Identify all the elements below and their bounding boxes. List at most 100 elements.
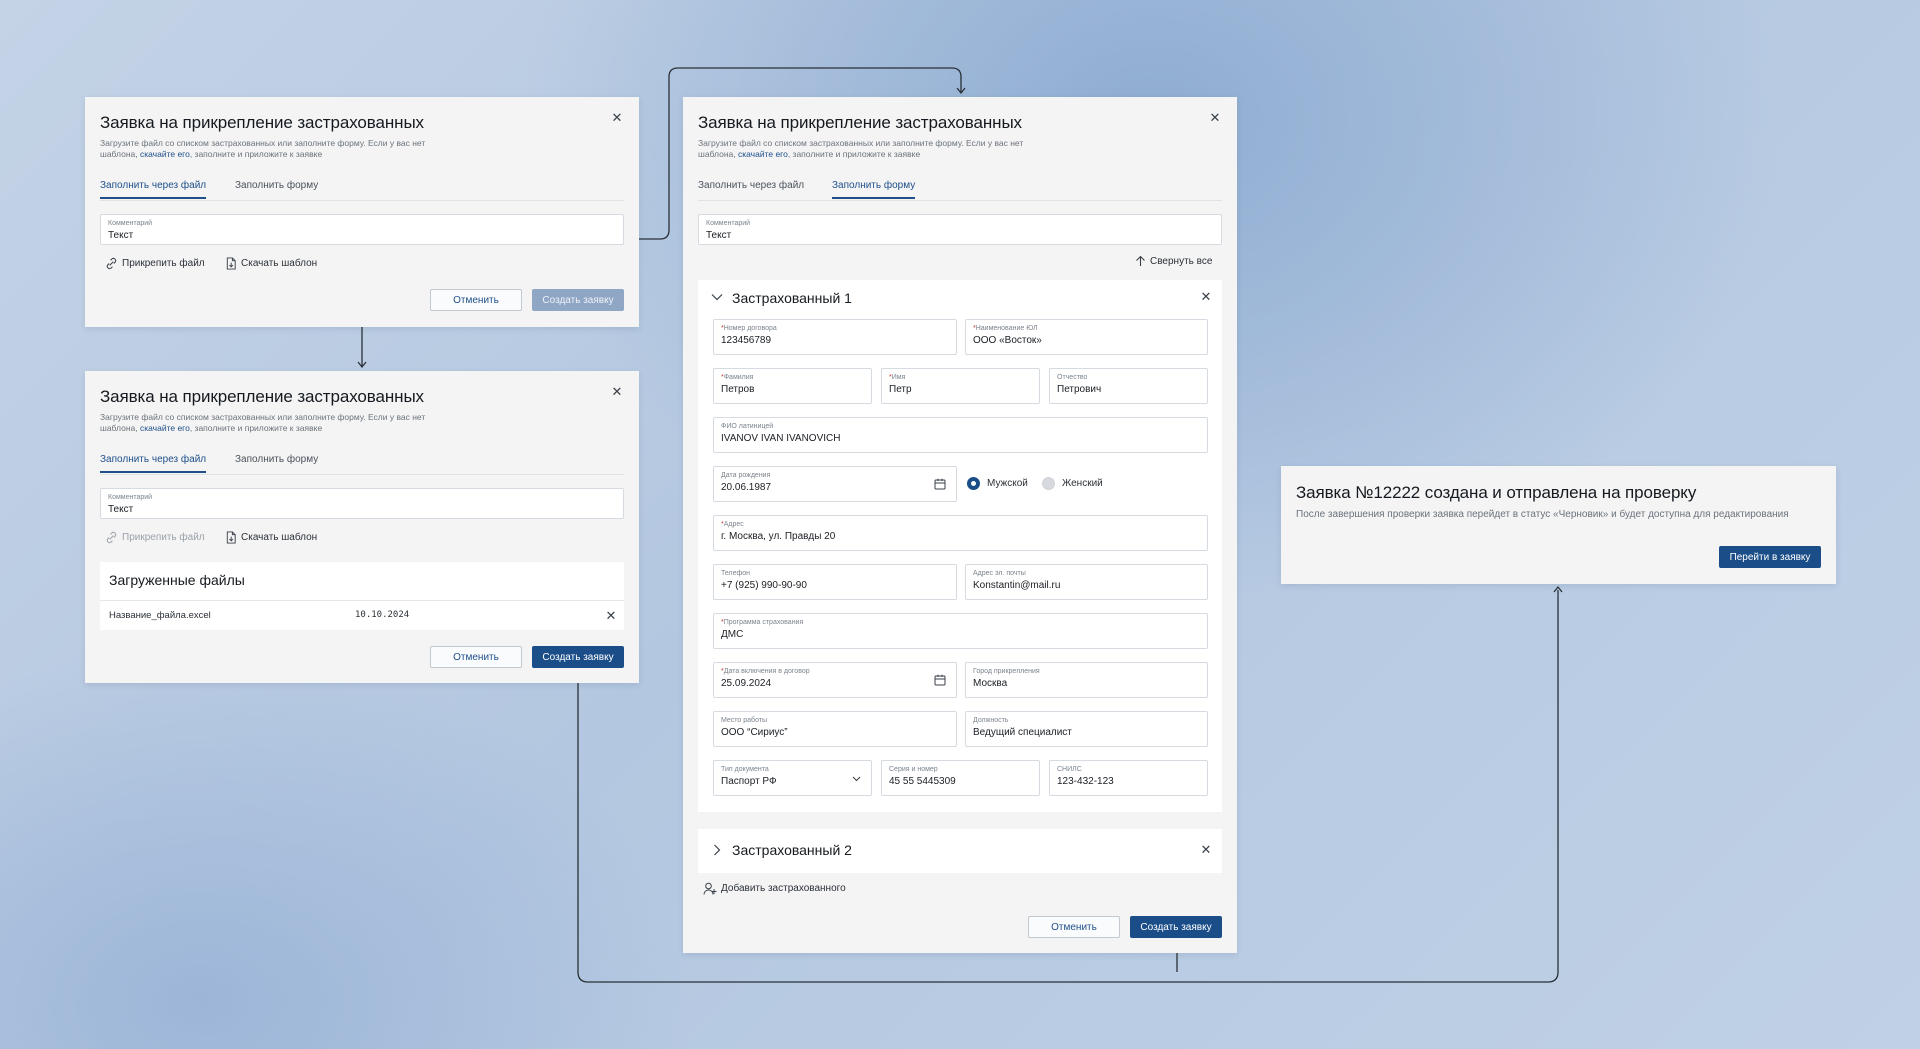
- tab-fill-file[interactable]: Заполнить через файл: [100, 454, 207, 473]
- field-value: Текст: [108, 504, 134, 515]
- field-label: *Программа страхования: [721, 619, 804, 626]
- field-value: Konstantin@mail.ru: [973, 580, 1061, 591]
- success-text: После завершения проверки заявка перейде…: [1296, 509, 1789, 520]
- doc-number-field[interactable]: Серия и номер 45 55 5445309: [881, 760, 1040, 796]
- field-label: *Фамилия: [721, 374, 754, 381]
- calendar-icon[interactable]: [934, 478, 946, 490]
- field-label: *Имя: [889, 374, 906, 381]
- field-label: Комментарий: [108, 220, 153, 227]
- birth-date-field[interactable]: Дата рождения 20.06.1987: [713, 466, 957, 502]
- tab-fill-form[interactable]: Заполнить форму: [235, 454, 318, 465]
- org-name-field[interactable]: *Наименование ЮЛ ООО «Восток»: [965, 319, 1208, 355]
- contract-number-field[interactable]: *Номер договора 123456789: [713, 319, 957, 355]
- close-icon[interactable]: ✕: [611, 111, 623, 124]
- city-field[interactable]: Город прикрепления Москва: [965, 662, 1208, 698]
- field-value: Текст: [108, 230, 134, 241]
- field-label: СНИЛС: [1057, 766, 1082, 773]
- gender-male-label: Мужской: [987, 478, 1028, 489]
- dialog-file-uploaded: Заявка на прикрепление застрахованных ✕ …: [85, 371, 639, 683]
- download-template-button[interactable]: Скачать шаблон: [225, 531, 317, 544]
- field-label: Город прикрепления: [973, 668, 1040, 675]
- tabs: Заполнить через файл Заполнить форму: [698, 180, 1222, 201]
- address-field[interactable]: *Адрес г. Москва, ул. Правды 20: [713, 515, 1208, 551]
- insurance-program-field[interactable]: *Программа страхования ДМС: [713, 613, 1208, 649]
- remove-insured-icon[interactable]: ✕: [1200, 843, 1212, 856]
- field-value: 123456789: [721, 335, 772, 346]
- create-request-button[interactable]: Создать заявку: [1130, 916, 1222, 938]
- download-template-link[interactable]: скачайте его: [140, 423, 190, 433]
- comment-field[interactable]: Комментарий Текст: [100, 488, 624, 519]
- insured-2-card[interactable]: Застрахованный 2 ✕: [698, 829, 1222, 873]
- subtitle-text-end: , заполните и приложите к заявке: [189, 149, 323, 159]
- dialog-title: Заявка на прикрепление застрахованных: [100, 387, 424, 406]
- download-label: Скачать шаблон: [241, 258, 318, 269]
- snils-field[interactable]: СНИЛС 123-432-123: [1049, 760, 1208, 796]
- cancel-button[interactable]: Отменить: [1028, 916, 1120, 938]
- field-value: 25.09.2024: [721, 678, 772, 689]
- download-template-link[interactable]: скачайте его: [738, 149, 788, 159]
- gender-female-label: Женский: [1062, 478, 1103, 489]
- go-to-request-button[interactable]: Перейти в заявку: [1719, 546, 1821, 568]
- comment-field[interactable]: Комментарий Текст: [100, 214, 624, 245]
- comment-field[interactable]: Комментарий Текст: [698, 214, 1222, 245]
- add-insured-button[interactable]: Добавить застрахованного: [703, 882, 846, 895]
- field-label: ФИО латиницей: [721, 423, 774, 430]
- attach-label: Прикрепить файл: [122, 532, 205, 543]
- field-label: *Номер договора: [721, 325, 777, 332]
- tab-fill-file[interactable]: Заполнить через файл: [100, 180, 207, 199]
- tab-fill-form[interactable]: Заполнить форму: [832, 180, 916, 199]
- field-value: Паспорт РФ: [721, 776, 777, 787]
- chevron-right-icon[interactable]: [713, 844, 721, 856]
- patronymic-field[interactable]: Отчество Петрович: [1049, 368, 1208, 404]
- inclusion-date-field[interactable]: *Дата включения в договор 25.09.2024: [713, 662, 957, 698]
- workplace-field[interactable]: Место работы ООО “Сириус”: [713, 711, 957, 747]
- subtitle-text-end: , заполните и приложите к заявке: [189, 423, 323, 433]
- last-name-field[interactable]: *Фамилия Петров: [713, 368, 872, 404]
- close-icon[interactable]: ✕: [611, 385, 623, 398]
- create-request-button[interactable]: Создать заявку: [532, 289, 624, 311]
- remove-file-icon[interactable]: ✕: [605, 609, 617, 622]
- dialog-file-empty: Заявка на прикрепление застрахованных ✕ …: [85, 97, 639, 327]
- download-template-link[interactable]: скачайте его: [140, 149, 190, 159]
- field-value: ДМС: [721, 629, 744, 640]
- field-value: 45 55 5445309: [889, 776, 956, 787]
- chevron-down-icon[interactable]: [711, 293, 723, 301]
- tabs: Заполнить через файл Заполнить форму: [100, 180, 624, 201]
- gender-male-radio[interactable]: [967, 477, 980, 490]
- close-icon[interactable]: ✕: [1209, 111, 1221, 124]
- field-label: Место работы: [721, 717, 768, 724]
- download-label: Скачать шаблон: [241, 532, 318, 543]
- arrow-up-icon: [1136, 255, 1145, 266]
- create-request-button[interactable]: Создать заявку: [532, 646, 624, 668]
- uploaded-files-card: Загруженные файлы Название_файла.excel 1…: [100, 562, 624, 630]
- position-field[interactable]: Должность Ведущий специалист: [965, 711, 1208, 747]
- first-name-field[interactable]: *Имя Петр: [881, 368, 1040, 404]
- field-value: Текст: [706, 230, 732, 241]
- dialog-title: Заявка на прикрепление застрахованных: [698, 113, 1022, 132]
- insured-1-title: Застрахованный 1: [732, 290, 852, 306]
- gender-female-radio[interactable]: [1042, 477, 1055, 490]
- collapse-all-button[interactable]: Свернуть все: [1135, 255, 1212, 267]
- add-user-icon: [703, 882, 717, 895]
- paperclip-icon: [106, 531, 117, 544]
- cancel-button[interactable]: Отменить: [430, 646, 522, 668]
- collapse-all-label: Свернуть все: [1150, 255, 1213, 267]
- latin-name-field[interactable]: ФИО латиницей IVANOV IVAN IVANOVICH: [713, 417, 1208, 453]
- download-template-button[interactable]: Скачать шаблон: [225, 257, 317, 270]
- doc-type-select[interactable]: Тип документа Паспорт РФ: [713, 760, 872, 796]
- field-label: Комментарий: [108, 494, 153, 501]
- cancel-button[interactable]: Отменить: [430, 289, 522, 311]
- success-title: Заявка №12222 создана и отправлена на пр…: [1296, 483, 1697, 502]
- remove-insured-icon[interactable]: ✕: [1200, 290, 1212, 303]
- email-field[interactable]: Адрес эл. почты Konstantin@mail.ru: [965, 564, 1208, 600]
- attach-label: Прикрепить файл: [122, 258, 205, 269]
- field-label: Комментарий: [706, 220, 751, 227]
- insured-2-title: Застрахованный 2: [732, 842, 852, 858]
- tab-fill-file[interactable]: Заполнить через файл: [698, 180, 804, 191]
- field-value: Петр: [889, 384, 912, 395]
- tab-fill-form[interactable]: Заполнить форму: [235, 180, 318, 191]
- attach-file-button: Прикрепить файл: [105, 531, 205, 544]
- phone-field[interactable]: Телефон +7 (925) 990-90-90: [713, 564, 957, 600]
- attach-file-button[interactable]: Прикрепить файл: [105, 257, 205, 270]
- calendar-icon[interactable]: [934, 674, 946, 686]
